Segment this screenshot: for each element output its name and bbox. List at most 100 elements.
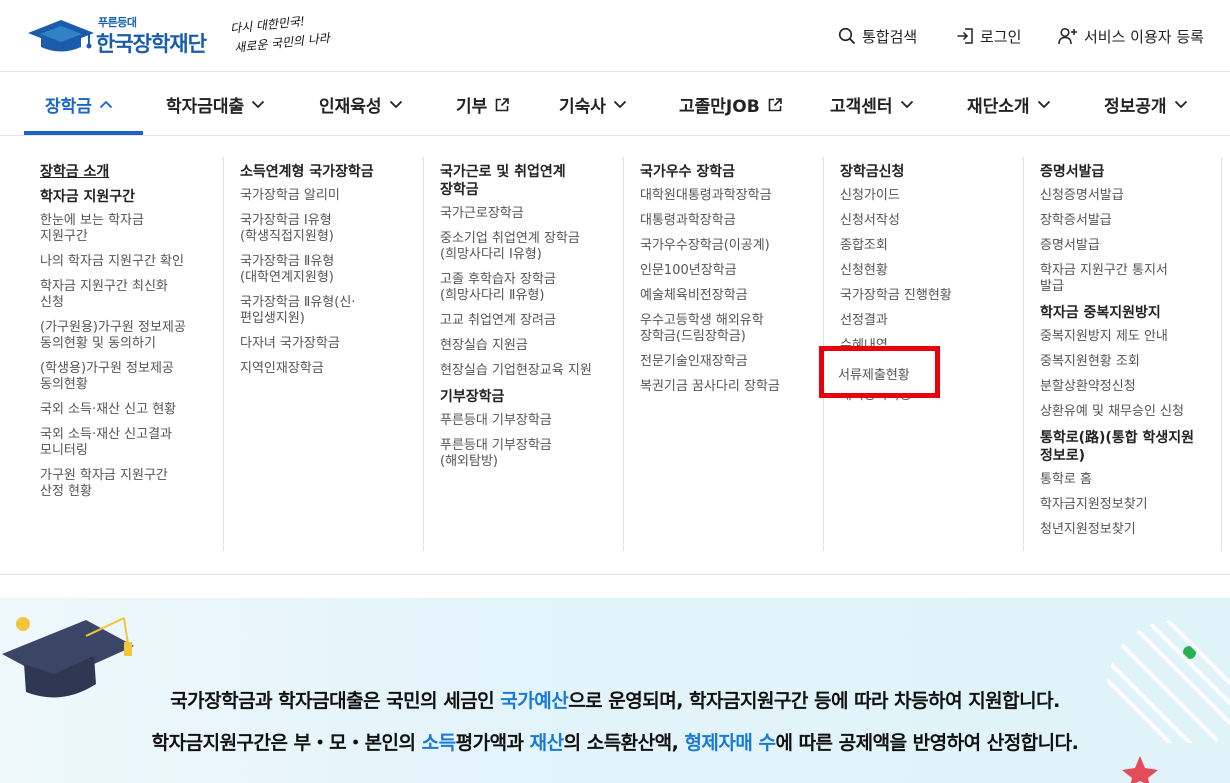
- nav-scholarship[interactable]: 장학금: [45, 73, 113, 136]
- menu-item[interactable]: (학생용)가구원 정보제공 동의현황: [40, 361, 223, 393]
- menu-item[interactable]: 청년지원정보찾기: [1040, 522, 1221, 538]
- menu-col-work-employment: 국가근로 및 취업연계 장학금 국가근로장학금 중소기업 취업연계 장학금 (희망사…: [423, 157, 623, 551]
- menu-item[interactable]: 국외 소득·재산 신고결과 모니터링: [40, 427, 223, 459]
- chevron-down-icon: [1174, 100, 1187, 109]
- nav-talent[interactable]: 인재육성: [319, 73, 403, 136]
- decorative-star: [1122, 756, 1158, 783]
- menu-heading[interactable]: 학자금 지원구간: [40, 188, 223, 206]
- menu-item[interactable]: 장학증서발급: [1040, 213, 1221, 229]
- menu-item[interactable]: 신청증명서발급: [1040, 188, 1221, 204]
- menu-item[interactable]: 가구원 학자금 지원구간 산정 현황: [40, 468, 223, 500]
- menu-item[interactable]: 나의 학자금 지원구간 확인: [40, 254, 223, 270]
- main-navigation: 장학금 학자금대출 인재육성 기부 기숙사 고졸만JOB 고객센터 재단소개 정…: [0, 73, 1230, 136]
- menu-item[interactable]: 통학로 홈: [1040, 472, 1221, 488]
- menu-item[interactable]: 국가우수장학금(이공계): [640, 238, 823, 254]
- menu-item[interactable]: 푸른등대 기부장학금: [440, 413, 623, 429]
- nav-student-loan[interactable]: 학자금대출: [166, 73, 265, 136]
- highlighted-menu-label: 서류제출현황: [838, 368, 910, 383]
- menu-item[interactable]: 복권기금 꿈사다리 장학금: [640, 379, 823, 395]
- menu-item[interactable]: 국가장학금 Ⅰ유형 (학생직접지원형): [240, 213, 423, 245]
- menu-heading[interactable]: 국가근로 및 취업연계 장학금: [440, 163, 623, 199]
- user-add-icon: [1058, 27, 1077, 45]
- menu-item[interactable]: 국가장학금 Ⅱ유형(신· 편입생지원): [240, 295, 423, 327]
- menu-item[interactable]: 중복지원현황 조회: [1040, 354, 1221, 370]
- menu-item[interactable]: 학자금 지원구간 통지서 발급: [1040, 263, 1221, 295]
- mega-menu: 장학금 소개 학자금 지원구간 한눈에 보는 학자금 지원구간 나의 학자금 지원…: [24, 157, 1222, 551]
- login-link[interactable]: 로그인: [956, 26, 1021, 46]
- menu-item[interactable]: 예술체육비전장학금: [640, 288, 823, 304]
- chevron-down-icon: [900, 100, 913, 109]
- nav-about-label: 재단소개: [967, 97, 1030, 117]
- info-banner: 국가장학금과 학자금대출은 국민의 세금인 국가예산으로 운영되며, 학자금지원…: [0, 598, 1230, 783]
- register-link[interactable]: 서비스 이용자 등록: [1058, 26, 1204, 46]
- menu-heading[interactable]: 장학금신청: [840, 163, 1023, 181]
- menu-item[interactable]: 증명서발급: [1040, 238, 1221, 254]
- menu-col-certificate: 증명서발급 신청증명서발급 장학증서발급 증명서발급 학자금 지원구간 통지서 발…: [1023, 157, 1222, 551]
- site-logo[interactable]: 푸른등대 한국장학재단 다시 대한민국! 새로운 국민의 나라: [28, 14, 330, 60]
- nav-customer-center[interactable]: 고객센터: [830, 73, 914, 136]
- chevron-down-icon: [613, 100, 627, 109]
- highlighted-menu-item[interactable]: 서류제출현황: [819, 346, 940, 398]
- menu-item[interactable]: 국가장학금 Ⅱ유형 (대학연계지원형): [240, 254, 423, 286]
- menu-heading[interactable]: 통학로(路)(통합 학생지원 정보로): [1040, 429, 1221, 465]
- menu-item[interactable]: 한눈에 보는 학자금 지원구간: [40, 213, 223, 245]
- nav-job[interactable]: 고졸만JOB: [679, 73, 783, 136]
- site-header: 푸른등대 한국장학재단 다시 대한민국! 새로운 국민의 나라 통합검색 로그인…: [0, 0, 1230, 72]
- menu-item[interactable]: 인문100년장학금: [640, 263, 823, 279]
- menu-item[interactable]: 우수고등학생 해외유학 장학금(드림장학금): [640, 313, 823, 345]
- menu-item[interactable]: 고교 취업연계 장려금: [440, 313, 623, 329]
- chevron-down-icon: [252, 100, 265, 109]
- nav-active-underline: [24, 131, 143, 135]
- menu-item[interactable]: 국가근로장학금: [440, 206, 623, 222]
- chevron-down-icon: [389, 100, 402, 109]
- nav-dormitory-label: 기숙사: [559, 97, 606, 117]
- menu-item[interactable]: 중복지원방지 제도 안내: [1040, 329, 1221, 345]
- menu-item[interactable]: 국가장학금 진행현황: [840, 288, 1023, 304]
- menu-heading[interactable]: 학자금 중복지원방지: [1040, 304, 1221, 322]
- nav-about[interactable]: 재단소개: [967, 73, 1051, 136]
- menu-item[interactable]: 다자녀 국가장학금: [240, 336, 423, 352]
- menu-heading[interactable]: 증명서발급: [1040, 163, 1221, 181]
- menu-item[interactable]: 현장실습 기업현장교육 지원: [440, 363, 623, 379]
- menu-item[interactable]: 국외 소득·재산 신고 현황: [40, 402, 223, 418]
- menu-item[interactable]: 중소기업 취업연계 장학금 (희망사다리 Ⅰ유형): [440, 231, 623, 263]
- menu-item[interactable]: 학자금 지원구간 최신화 신청: [40, 279, 223, 311]
- menu-heading[interactable]: 기부장학금: [440, 388, 623, 406]
- nav-donation[interactable]: 기부: [456, 73, 510, 136]
- external-link-icon: [768, 97, 782, 111]
- nav-student-loan-label: 학자금대출: [166, 97, 245, 117]
- menu-item[interactable]: 종합조회: [840, 238, 1023, 254]
- menu-item[interactable]: 지역인재장학금: [240, 361, 423, 377]
- banner-text-line1: 국가장학금과 학자금대출은 국민의 세금인 국가예산으로 운영되며, 학자금지원…: [170, 690, 1060, 712]
- login-icon: [957, 28, 973, 44]
- menu-heading[interactable]: 국가우수 장학금: [640, 163, 823, 181]
- menu-heading[interactable]: 소득연계형 국가장학금: [240, 163, 423, 181]
- menu-item[interactable]: 학자금지원정보찾기: [1040, 497, 1221, 513]
- nav-scholarship-label: 장학금: [45, 97, 92, 117]
- menu-item[interactable]: 현장실습 지원금: [440, 338, 623, 354]
- menu-item[interactable]: 고졸 후학습자 장학금 (희망사다리 Ⅱ유형): [440, 272, 623, 304]
- menu-heading[interactable]: 장학금 소개: [40, 163, 223, 181]
- menu-item[interactable]: 대통령과학장학금: [640, 213, 823, 229]
- menu-item[interactable]: 국가장학금 알리미: [240, 188, 423, 204]
- search-link[interactable]: 통합검색: [838, 26, 917, 46]
- graduation-cap-logo-icon: [28, 20, 94, 52]
- menu-item[interactable]: (가구원용)가구원 정보제공 동의현황 및 동의하기: [40, 320, 223, 352]
- menu-item[interactable]: 대학원대통령과학장학금: [640, 188, 823, 204]
- menu-item[interactable]: 분할상환약정신청: [1040, 379, 1221, 395]
- menu-item[interactable]: 신청현황: [840, 263, 1023, 279]
- decorative-stripes: [1107, 620, 1230, 743]
- menu-item[interactable]: 신청서작성: [840, 213, 1023, 229]
- nav-dormitory[interactable]: 기숙사: [559, 73, 627, 136]
- register-label: 서비스 이용자 등록: [1084, 27, 1204, 46]
- menu-item[interactable]: 푸른등대 기부장학금 (해외탐방): [440, 438, 623, 470]
- external-link-icon: [495, 97, 510, 111]
- menu-item[interactable]: 상환유예 및 채무승인 신청: [1040, 404, 1221, 420]
- menu-item[interactable]: 신청가이드: [840, 188, 1023, 204]
- nav-disclosure[interactable]: 정보공개: [1104, 73, 1188, 136]
- section-divider: [0, 574, 1230, 575]
- menu-item[interactable]: 전문기술인재장학금: [640, 354, 823, 370]
- menu-col-income-national: 소득연계형 국가장학금 국가장학금 알리미 국가장학금 Ⅰ유형 (학생직접지원형)…: [223, 157, 423, 551]
- nav-customer-center-label: 고객센터: [830, 97, 893, 117]
- menu-item[interactable]: 선정결과: [840, 313, 1023, 329]
